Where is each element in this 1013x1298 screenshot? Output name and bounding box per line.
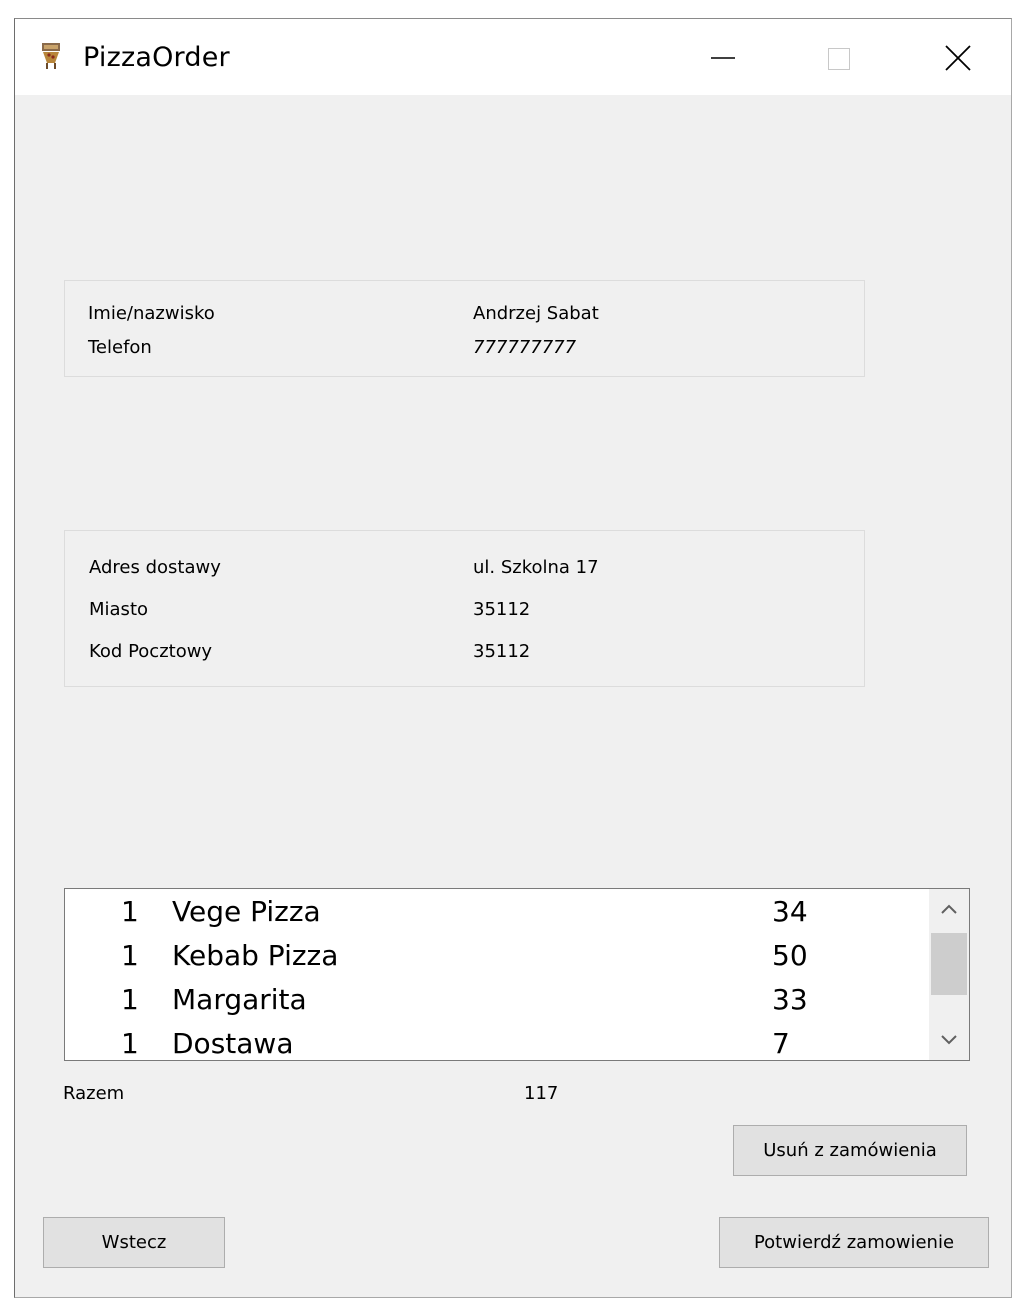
list-item[interactable]: 1 Margarita 33 <box>65 979 925 1023</box>
item-name: Dostawa <box>172 1027 294 1060</box>
remove-from-order-button[interactable]: Usuń z zamówienia <box>733 1125 967 1176</box>
item-name: Kebab Pizza <box>172 939 339 972</box>
phone-label: Telefon <box>88 337 152 358</box>
total-value: 117 <box>524 1083 559 1104</box>
maximize-button[interactable] <box>801 19 881 95</box>
item-price: 7 <box>772 1027 790 1060</box>
item-name: Vege Pizza <box>172 895 321 928</box>
item-qty: 1 <box>121 1027 139 1060</box>
scroll-down-button[interactable] <box>929 1020 969 1060</box>
customer-group: Imie/nazwisko Andrzej Sabat Telefon 7777… <box>64 280 865 377</box>
item-price: 33 <box>772 983 808 1016</box>
list-item[interactable]: 1 Kebab Pizza 50 <box>65 935 925 979</box>
list-item[interactable]: 1 Vege Pizza 34 <box>65 891 925 935</box>
order-list[interactable]: 1 Vege Pizza 34 1 Kebab Pizza 50 1 Marga… <box>64 888 970 1061</box>
minimize-button[interactable] <box>683 19 763 95</box>
postal-value: 35112 <box>473 641 531 662</box>
list-item[interactable]: 1 Dostawa 7 <box>65 1023 925 1060</box>
item-qty: 1 <box>121 983 139 1016</box>
maximize-icon <box>828 48 850 70</box>
item-qty: 1 <box>121 939 139 972</box>
scroll-thumb[interactable] <box>931 933 967 995</box>
item-price: 34 <box>772 895 808 928</box>
vertical-scrollbar[interactable] <box>929 889 969 1060</box>
chevron-down-icon <box>941 1035 957 1045</box>
postal-label: Kod Pocztowy <box>89 641 213 662</box>
total-label: Razem <box>63 1083 125 1104</box>
minimize-icon <box>711 57 735 59</box>
item-price: 50 <box>772 939 808 972</box>
window-title: PizzaOrder <box>83 42 230 73</box>
phone-value: 777777777 <box>473 337 577 358</box>
city-value: 35112 <box>473 599 531 620</box>
chevron-up-icon <box>941 904 957 914</box>
street-label: Adres dostawy <box>89 557 221 578</box>
name-label: Imie/nazwisko <box>88 303 215 324</box>
street-value: ul. Szkolna 17 <box>473 557 599 578</box>
close-button[interactable] <box>921 19 1001 95</box>
confirm-order-button[interactable]: Potwierdź zamowienie <box>719 1217 989 1268</box>
item-name: Margarita <box>172 983 307 1016</box>
address-group: Adres dostawy ul. Szkolna 17 Miasto 3511… <box>64 530 865 687</box>
back-button[interactable]: Wstecz <box>43 1217 225 1268</box>
pizza-icon <box>39 41 63 71</box>
item-qty: 1 <box>121 895 139 928</box>
scroll-up-button[interactable] <box>929 889 969 929</box>
pizza-order-window: PizzaOrder Imie/nazwisko Andrzej Sabat T… <box>14 18 1012 1298</box>
name-value: Andrzej Sabat <box>473 303 599 324</box>
title-bar[interactable]: PizzaOrder <box>15 19 1011 95</box>
city-label: Miasto <box>89 599 149 620</box>
close-icon <box>945 45 971 71</box>
